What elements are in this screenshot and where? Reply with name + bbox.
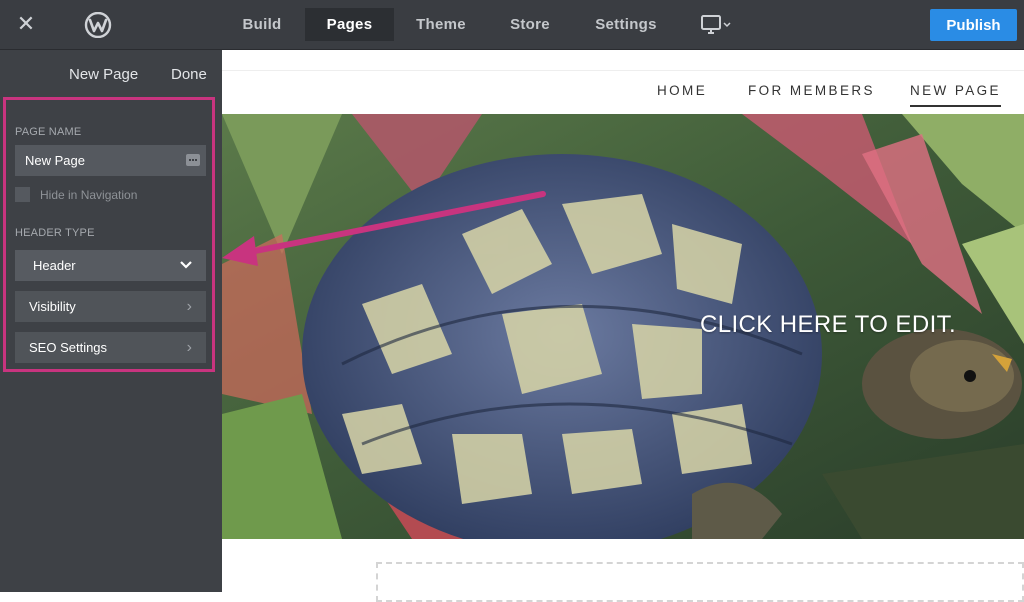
site-nav-new-page[interactable]: NEW PAGE xyxy=(910,83,1001,107)
site-nav-for-members[interactable]: FOR MEMBERS xyxy=(748,83,875,105)
hide-in-navigation-checkbox[interactable] xyxy=(15,187,30,202)
close-icon[interactable]: ✕ xyxy=(14,12,38,36)
preview-top-strip xyxy=(222,50,1024,71)
visibility-row[interactable]: Visibility › xyxy=(15,291,206,322)
chevron-right-icon: › xyxy=(186,339,192,356)
chevron-down-icon xyxy=(180,250,192,281)
visibility-label: Visibility xyxy=(29,299,76,314)
page-settings-sidebar: New Page Done PAGE NAME Hide in Navigati… xyxy=(0,50,222,592)
header-type-label: HEADER TYPE xyxy=(15,227,95,239)
weebly-logo[interactable] xyxy=(84,12,112,38)
tab-build[interactable]: Build xyxy=(226,8,298,41)
header-type-select[interactable]: Header xyxy=(15,250,206,281)
tab-theme[interactable]: Theme xyxy=(402,8,480,41)
desktop-icon[interactable] xyxy=(700,13,734,37)
page-name-label: PAGE NAME xyxy=(15,126,82,138)
seo-settings-label: SEO Settings xyxy=(29,340,108,355)
publish-button[interactable]: Publish xyxy=(930,9,1017,41)
content-drop-zone[interactable] xyxy=(376,562,1024,602)
tab-settings[interactable]: Settings xyxy=(582,8,670,41)
done-button[interactable]: Done xyxy=(171,66,207,83)
seo-settings-row[interactable]: SEO Settings › xyxy=(15,332,206,363)
sidebar-page-title: New Page xyxy=(69,66,139,83)
editor-top-bar: ✕ Build Pages Theme Store Settings Publi… xyxy=(0,0,1024,50)
hero-image[interactable]: CLICK HERE TO EDIT. xyxy=(222,114,1024,539)
hide-in-navigation-label: Hide in Navigation xyxy=(40,188,138,202)
page-name-input[interactable] xyxy=(15,145,206,176)
header-type-value: Header xyxy=(33,258,76,273)
tab-pages[interactable]: Pages xyxy=(305,8,394,41)
hero-caption[interactable]: CLICK HERE TO EDIT. xyxy=(700,311,956,339)
site-nav-home[interactable]: HOME xyxy=(657,83,707,105)
tab-store[interactable]: Store xyxy=(494,8,566,41)
site-preview: HOME FOR MEMBERS NEW PAGE CLICK HERE TO … xyxy=(222,50,1024,602)
ellipsis-icon[interactable] xyxy=(186,154,200,166)
chevron-right-icon: › xyxy=(186,298,192,315)
